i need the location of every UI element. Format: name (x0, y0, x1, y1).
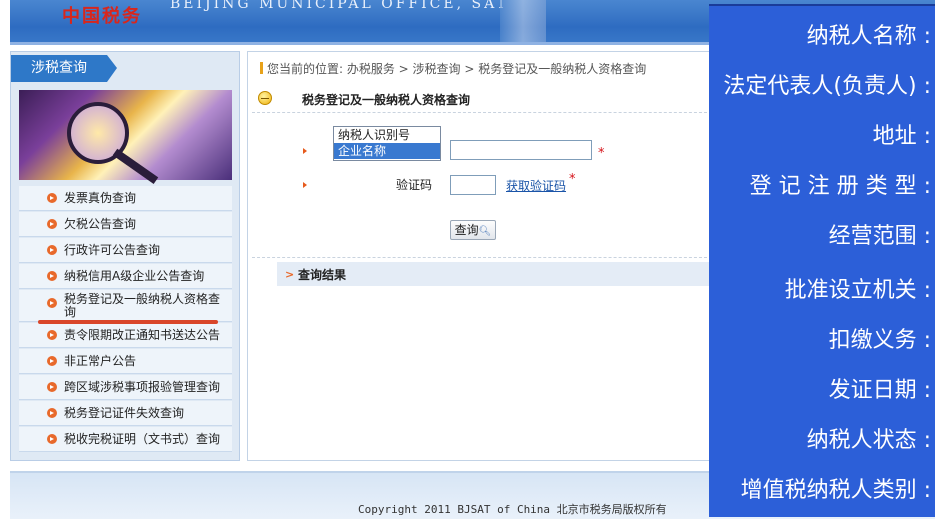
row-arrow-icon (303, 148, 307, 154)
orange-double-arrow-icon: > (285, 268, 295, 281)
divider (252, 257, 712, 258)
label-issue-date: 发证日期 : (828, 378, 931, 403)
orange-arrow-bullet-icon (47, 193, 57, 203)
orange-arrow-bullet-icon (47, 219, 57, 229)
query-type-select[interactable]: 纳税人识别号 企业名称 (333, 126, 441, 161)
company-name-input[interactable] (450, 140, 592, 160)
label-withholding-obligation: 扣缴义务 : (828, 328, 931, 353)
orange-arrow-bullet-icon (47, 356, 57, 366)
label-business-scope: 经营范围 : (828, 224, 931, 249)
label-taxpayer-status: 纳税人状态 : (806, 428, 931, 453)
sidebar-item-invoice-verify[interactable]: 发票真伪查询 (19, 186, 232, 211)
get-captcha-link[interactable]: 获取验证码 (506, 177, 566, 194)
sidebar-item-label: 行政许可公告查询 (64, 243, 161, 257)
row-arrow-icon (303, 182, 307, 188)
sidebar: 涉税查询 发票真伪查询 欠税公告查询 行政许可公告查询 纳税信用A级企业公告查询… (10, 51, 240, 461)
orange-arrow-bullet-icon (47, 330, 57, 340)
orange-arrow-bullet-icon (47, 382, 57, 392)
sidebar-item-abnormal-household[interactable]: 非正常户公告 (19, 349, 232, 374)
sidebar-item-label: 非正常户公告 (64, 354, 137, 368)
sidebar-item-tax-arrears[interactable]: 欠税公告查询 (19, 212, 232, 237)
sidebar-item-admin-license[interactable]: 行政许可公告查询 (19, 238, 232, 263)
result-header: > 查询结果 (277, 262, 715, 286)
required-mark: * (569, 172, 576, 187)
sidebar-item-registration-query[interactable]: 税务登记及一般纳税人资格查询 (19, 290, 232, 322)
sidebar-item-tax-certificate[interactable]: 税收完税证明（文书式）查询 (19, 427, 232, 452)
breadcrumb: 您当前的位置: 办税服务 > 涉税查询 > 税务登记及一般纳税人资格查询 (260, 60, 646, 77)
main-panel: 您当前的位置: 办税服务 > 涉税查询 > 税务登记及一般纳税人资格查询 税务登… (247, 51, 717, 461)
sidebar-banner-image (19, 90, 232, 184)
required-mark: * (598, 146, 605, 161)
label-legal-representative: 法定代表人(负责人) : (723, 74, 931, 99)
option-taxpayer-id[interactable]: 纳税人识别号 (334, 127, 440, 143)
office-name: BEIJING MUNICIPAL OFFICE, SAT (170, 0, 509, 12)
orange-arrow-bullet-icon (47, 271, 57, 281)
option-company-name[interactable]: 企业名称 (334, 143, 440, 159)
active-item-underline (38, 320, 218, 324)
sidebar-tab-title[interactable]: 涉税查询 (11, 55, 107, 82)
breadcrumb-text: 您当前的位置: 办税服务 > 涉税查询 > 税务登记及一般纳税人资格查询 (267, 62, 647, 76)
sidebar-item-correction-notice[interactable]: 责令限期改正通知书送达公告 (19, 323, 232, 348)
tax-logo: 中国税务 (62, 6, 142, 27)
query-button[interactable]: 查询🔍︎ (450, 220, 496, 240)
sidebar-item-label: 欠税公告查询 (64, 217, 137, 231)
label-approval-authority: 批准设立机关 : (784, 278, 931, 303)
magnifier-icon: 🔍︎ (478, 226, 492, 237)
sidebar-item-label: 跨区域涉税事项报验管理查询 (64, 380, 221, 394)
orange-arrow-bullet-icon (47, 245, 57, 255)
sidebar-item-label: 税收完税证明（文书式）查询 (64, 432, 221, 446)
query-button-label: 查询 (454, 223, 479, 237)
orange-arrow-bullet-icon (47, 434, 57, 444)
sidebar-item-certificate-invalid[interactable]: 税务登记证件失效查询 (19, 401, 232, 426)
sidebar-item-label: 纳税信用A级企业公告查询 (64, 269, 205, 283)
sidebar-item-label: 税务登记及一般纳税人资格查询 (64, 292, 221, 319)
captcha-label: 验证码 (396, 178, 433, 192)
label-taxpayer-name: 纳税人名称 : (806, 24, 931, 49)
sidebar-tab-arrow (107, 55, 117, 82)
header-decoration (500, 0, 546, 45)
copyright-text: Copyright 2011 BJSAT of China 北京市税务局版权所有 (358, 503, 667, 516)
sidebar-item-label: 税务登记证件失效查询 (64, 406, 185, 420)
section-title-bar: 税务登记及一般纳税人资格查询 (252, 86, 712, 113)
sidebar-item-credit-a[interactable]: 纳税信用A级企业公告查询 (19, 264, 232, 289)
breadcrumb-marker (260, 62, 263, 74)
label-address: 地址 : (872, 124, 931, 149)
yellow-minus-circle-icon (258, 91, 272, 105)
sidebar-item-cross-region[interactable]: 跨区域涉税事项报验管理查询 (19, 375, 232, 400)
orange-arrow-bullet-icon (47, 298, 57, 308)
field-labels-overlay: 纳税人名称 : 法定代表人(负责人) : 地址 : 登 记 注 册 类 型 : … (709, 4, 935, 517)
sidebar-item-label: 发票真伪查询 (64, 191, 137, 205)
label-vat-taxpayer-category: 增值税纳税人类别 : (740, 478, 931, 503)
section-title: 税务登记及一般纳税人资格查询 (302, 93, 471, 107)
overlay-top-line (709, 4, 935, 6)
sidebar-item-label: 责令限期改正通知书送达公告 (64, 328, 221, 342)
orange-arrow-bullet-icon (47, 408, 57, 418)
captcha-input[interactable] (450, 175, 496, 195)
label-registration-type: 登 记 注 册 类 型 : (749, 174, 931, 199)
result-title: 查询结果 (298, 268, 347, 282)
magnifier-image-handle (112, 148, 159, 184)
